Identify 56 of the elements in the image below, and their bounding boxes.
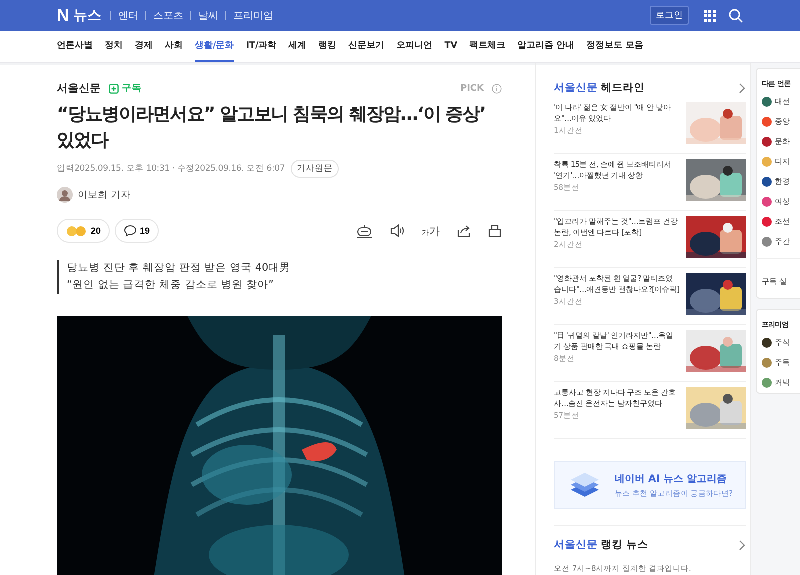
press-name[interactable]: 서울신문 — [57, 81, 101, 96]
speaker-icon[interactable] — [390, 224, 405, 238]
article-subtitle: 당뇨병 진단 후 췌장암 판정 받은 영국 40대男 — [67, 261, 292, 276]
author-name[interactable]: 이보희 기자 — [78, 188, 132, 202]
apps-grid-icon[interactable] — [704, 10, 716, 22]
nav-tab[interactable]: 언론사별 — [57, 31, 93, 62]
nav-tab[interactable]: 오피니언 — [396, 31, 433, 62]
logo-mark[interactable]: N — [57, 6, 70, 26]
robot-icon[interactable] — [356, 224, 373, 238]
press-logo[interactable] — [762, 177, 772, 187]
nav-tab[interactable]: 신문보기 — [348, 31, 385, 62]
nav-tab[interactable]: 사회 — [165, 31, 183, 62]
chevron-right-icon[interactable] — [739, 82, 746, 94]
nav-tab[interactable]: 경제 — [135, 31, 153, 62]
ranking-press[interactable]: 서울신문 — [554, 538, 598, 552]
channel-logo[interactable] — [762, 338, 772, 348]
nav-tab[interactable]: 랭킹 — [318, 31, 337, 62]
headline-title: 헤드라인 — [601, 81, 645, 95]
header-link[interactable]: 날씨 — [198, 8, 218, 22]
ranking-title: 랭킹 뉴스 — [601, 538, 649, 552]
press-logo[interactable] — [762, 217, 772, 227]
reaction-button[interactable]: 20 — [57, 219, 110, 243]
header-link[interactable]: 스포츠 — [153, 8, 184, 22]
article-title: “당뇨병이라면서요” 알고보니 침묵의 췌장암…‘이 증상’ 있었다 — [57, 103, 486, 153]
plus-icon — [109, 84, 119, 94]
nav-tab[interactable]: IT/과학 — [246, 31, 277, 62]
chevron-right-icon[interactable] — [739, 540, 746, 550]
press-logo[interactable] — [762, 97, 772, 107]
share-icon[interactable] — [457, 224, 471, 238]
nav-tab[interactable]: 생활/문화 — [195, 31, 234, 62]
login-button[interactable]: 로그인 — [650, 6, 689, 25]
article-subtitle: “원인 없는 급격한 체중 감소로 병원 찾아” — [67, 278, 275, 293]
logo-text[interactable]: 뉴스 — [73, 6, 102, 24]
article-dates: 입력2025.09.15. 오후 10:31 · 수정2025.09.16. 오전 6:07 — [57, 163, 286, 175]
headline-press[interactable]: 서울신문 — [554, 81, 598, 95]
nav-tab[interactable]: 정치 — [105, 31, 123, 62]
comment-icon — [124, 225, 138, 237]
original-article-link[interactable]: 기사원문 — [291, 160, 340, 178]
emoji-icon — [66, 225, 88, 237]
nav-tab[interactable]: 팩트체크 — [470, 31, 506, 62]
comment-button[interactable]: 19 — [115, 219, 160, 243]
press-logo[interactable] — [762, 197, 772, 207]
print-icon[interactable] — [488, 224, 502, 238]
header-link[interactable]: 프리미엄 — [233, 8, 274, 22]
press-logo[interactable] — [762, 237, 772, 247]
nav-tab[interactable]: 정정보도 모음 — [586, 31, 644, 62]
header-link[interactable]: 엔터 — [118, 8, 138, 22]
ai-banner-title: 네이버 AI 뉴스 알고리즘 — [615, 472, 728, 486]
nav-tab[interactable]: TV — [444, 31, 458, 62]
author-avatar[interactable] — [57, 187, 73, 203]
pick-label: PICK — [460, 84, 484, 94]
press-logo[interactable] — [762, 117, 772, 127]
nav-tab[interactable]: 세계 — [288, 31, 307, 62]
nav-tab[interactable]: 알고리즘 안내 — [518, 31, 575, 62]
search-icon[interactable] — [729, 8, 743, 22]
press-logo[interactable] — [762, 137, 772, 147]
